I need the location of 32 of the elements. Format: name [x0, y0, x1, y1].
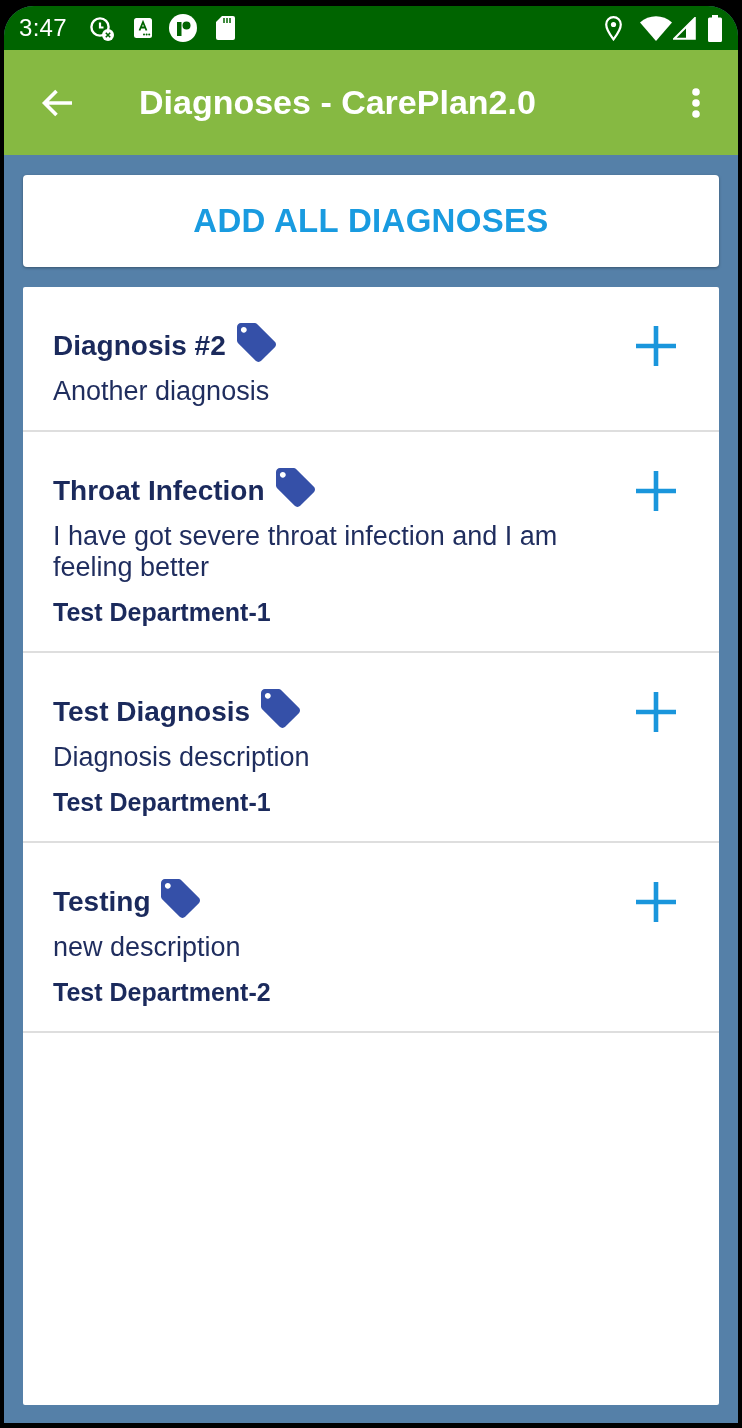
diagnosis-description: new description — [53, 932, 242, 963]
sd-card-icon — [215, 16, 235, 40]
add-icon[interactable] — [636, 471, 676, 511]
screen-title: Diagnoses - CarePlan2.0 — [139, 83, 536, 122]
diagnosis-title: Diagnosis #2 — [53, 329, 226, 363]
diagnosis-title: Testing — [53, 885, 151, 919]
wifi-icon — [640, 15, 672, 41]
location-pin-icon — [605, 15, 622, 41]
add-icon[interactable] — [636, 692, 676, 732]
signal-icon — [673, 16, 696, 40]
department-label: Test Department-1 — [53, 787, 272, 818]
battery-icon — [708, 14, 722, 42]
round-logo-icon — [168, 14, 197, 42]
clock-x-icon — [88, 15, 114, 41]
add-all-diagnoses-button[interactable]: ADD ALL DIAGNOSES — [23, 175, 719, 267]
department-label: Test Department-2 — [53, 977, 272, 1008]
diagnosis-description: Another diagnosis — [53, 376, 271, 407]
back-arrow-icon[interactable] — [41, 88, 73, 117]
tag-icon — [236, 322, 276, 362]
diagnosis-description: Diagnosis description — [53, 742, 311, 773]
diagnosis-title: Test Diagnosis — [53, 695, 251, 729]
tag-icon — [261, 688, 301, 728]
status-time: 3:47 — [19, 14, 67, 42]
diagnosis-description: I have got severe throat infection and I am feeling better — [53, 521, 559, 583]
department-label: Test Department-1 — [53, 597, 272, 628]
overflow-menu-icon[interactable] — [692, 87, 700, 118]
tag-icon — [275, 467, 315, 507]
diagnosis-title: Throat Infection — [53, 474, 265, 508]
tag-icon — [161, 878, 201, 918]
add-icon[interactable] — [636, 326, 676, 366]
text-tile-icon — [133, 18, 152, 38]
add-icon[interactable] — [636, 882, 676, 922]
